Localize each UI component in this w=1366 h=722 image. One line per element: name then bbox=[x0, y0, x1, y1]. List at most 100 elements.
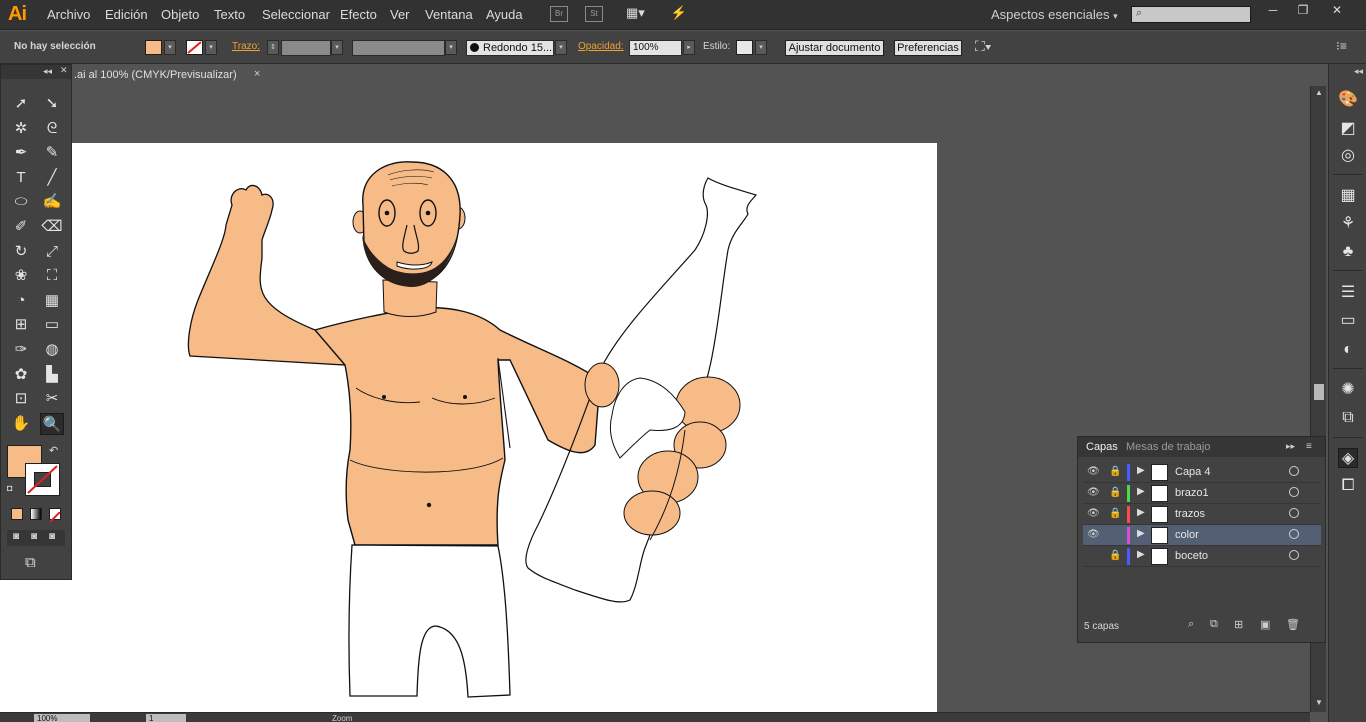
menu-ventana[interactable]: Ventana bbox=[425, 7, 473, 22]
preferences-button[interactable]: Preferencias bbox=[894, 40, 962, 56]
warp-tool[interactable]: ❀ bbox=[9, 265, 33, 287]
menu-efecto[interactable]: Efecto bbox=[340, 7, 377, 22]
stock-icon[interactable]: St bbox=[585, 6, 603, 22]
transparency-icon[interactable]: ◐ bbox=[1338, 340, 1358, 360]
stroke-panel-icon[interactable]: ☰ bbox=[1338, 283, 1358, 303]
color-palette-icon[interactable]: 🎨 bbox=[1338, 90, 1358, 110]
menu-ver[interactable]: Ver bbox=[390, 7, 410, 22]
expand-arrow-icon[interactable]: ▶ bbox=[1137, 528, 1145, 539]
close-panel-icon[interactable]: ✕ bbox=[60, 65, 68, 76]
menu-ayuda[interactable]: Ayuda bbox=[486, 7, 523, 22]
lock-icon[interactable]: 🔒 bbox=[1109, 508, 1121, 519]
tools-panel-header[interactable]: ◂◂ ✕ bbox=[1, 65, 71, 79]
brush-dropdown[interactable]: ▾ bbox=[555, 40, 567, 55]
layer-target-icon[interactable] bbox=[1289, 508, 1299, 518]
appearance-icon[interactable]: ✺ bbox=[1338, 380, 1358, 400]
lasso-tool[interactable]: ᘓ bbox=[40, 118, 64, 140]
swap-colors-icon[interactable]: ↶ bbox=[49, 444, 58, 457]
close-window-button[interactable]: ✕ bbox=[1326, 3, 1348, 17]
search-input[interactable]: ⌕ bbox=[1131, 6, 1251, 23]
stroke-weight-dropdown[interactable]: ▾ bbox=[331, 40, 343, 55]
ellipse-tool[interactable]: ⬭ bbox=[9, 191, 33, 213]
zoom-field[interactable]: 100% bbox=[34, 714, 90, 722]
layer-target-icon[interactable] bbox=[1289, 466, 1299, 476]
perspective-grid-tool[interactable]: ▦ bbox=[40, 290, 64, 312]
blend-tool[interactable]: ◍ bbox=[40, 339, 64, 361]
style-swatch[interactable] bbox=[736, 40, 753, 55]
stroke-swatch[interactable] bbox=[186, 40, 203, 55]
color-guide-icon[interactable]: ◩ bbox=[1338, 119, 1358, 139]
swatches-icon[interactable]: ▦ bbox=[1338, 186, 1358, 206]
slice-tool[interactable]: ✂ bbox=[40, 388, 64, 410]
lock-icon[interactable]: 🔒 bbox=[1109, 466, 1121, 477]
draw-normal-icon[interactable]: ◙ bbox=[13, 531, 19, 542]
curvature-tool[interactable]: ✎ bbox=[40, 142, 64, 164]
shaper-tool[interactable]: ✐ bbox=[9, 216, 33, 238]
tab-layers[interactable]: Capas bbox=[1086, 441, 1118, 453]
panel-menu-icon[interactable]: ⁝≡ bbox=[1336, 39, 1347, 53]
fill-swatch[interactable] bbox=[145, 40, 162, 55]
none-mode-button[interactable] bbox=[49, 508, 61, 523]
artboard-number-field[interactable]: 1 bbox=[146, 714, 186, 722]
layer-row[interactable]: 👁 🔒 ▶ trazos bbox=[1083, 504, 1321, 525]
tab-artboards[interactable]: Mesas de trabajo bbox=[1126, 441, 1210, 453]
brush-definition[interactable]: Redondo 15... bbox=[466, 40, 554, 56]
arrange-options-icon[interactable]: ⛶▾ bbox=[975, 38, 992, 55]
opacity-dropdown[interactable]: ▸ bbox=[683, 40, 695, 55]
fill-dropdown[interactable]: ▾ bbox=[164, 40, 176, 55]
screen-mode-icon[interactable]: ⧉ bbox=[25, 554, 36, 571]
gradient-panel-icon[interactable]: ▭ bbox=[1338, 311, 1358, 331]
stroke-weight-stepper[interactable]: ⇕ bbox=[267, 40, 279, 55]
workspace-switcher[interactable]: Aspectos esenciales ▾ bbox=[991, 7, 1118, 22]
column-graph-tool[interactable]: ▙ bbox=[40, 364, 64, 386]
shape-builder-tool[interactable]: ◔ bbox=[9, 290, 33, 312]
scroll-up-arrow[interactable]: ▲ bbox=[1314, 88, 1324, 98]
style-dropdown[interactable]: ▾ bbox=[755, 40, 767, 55]
document-tab[interactable]: .ai al 100% (CMYK/Previsualizar) bbox=[72, 66, 268, 85]
new-layer-icon[interactable]: ▣ bbox=[1260, 618, 1270, 631]
layer-row[interactable]: 👁 🔒 ▶ brazo1 bbox=[1083, 483, 1321, 504]
menu-objeto[interactable]: Objeto bbox=[161, 7, 199, 22]
symbol-sprayer-tool[interactable]: ✿ bbox=[9, 364, 33, 386]
hand-tool[interactable]: ✋ bbox=[9, 413, 33, 435]
pen-tool[interactable]: ✒ bbox=[9, 142, 33, 164]
artboards-icon[interactable]: ⧠ bbox=[1338, 476, 1358, 496]
stroke-dropdown[interactable]: ▾ bbox=[205, 40, 217, 55]
eyedropper-tool[interactable]: ✑ bbox=[9, 339, 33, 361]
magic-wand-tool[interactable]: ✲ bbox=[9, 118, 33, 140]
layer-target-icon[interactable] bbox=[1289, 487, 1299, 497]
expand-arrow-icon[interactable]: ▶ bbox=[1137, 507, 1145, 518]
minimize-button[interactable]: ─ bbox=[1262, 3, 1284, 17]
gradient-mode-button[interactable] bbox=[30, 508, 42, 520]
color-mode-button[interactable] bbox=[11, 508, 23, 520]
menu-texto[interactable]: Texto bbox=[214, 7, 245, 22]
variable-width-profile[interactable] bbox=[352, 40, 445, 56]
lock-icon[interactable]: 🔒 bbox=[1109, 550, 1121, 561]
menu-edicion[interactable]: Edición bbox=[105, 7, 148, 22]
close-tab-icon[interactable]: × bbox=[254, 68, 260, 80]
panel-collapse-icon[interactable]: ▸▸ bbox=[1286, 441, 1295, 452]
selection-tool[interactable]: ➚ bbox=[9, 93, 33, 115]
draw-inside-icon[interactable]: ◙ bbox=[49, 531, 55, 542]
stroke-color-swatch[interactable] bbox=[25, 463, 60, 496]
draw-behind-icon[interactable]: ◙ bbox=[31, 531, 37, 542]
mesh-tool[interactable]: ⊞ bbox=[9, 314, 33, 336]
default-colors-icon[interactable]: ◘ bbox=[7, 483, 12, 493]
arrange-documents-icon[interactable]: ▦▾ bbox=[626, 6, 645, 22]
stroke-weight-field[interactable] bbox=[281, 40, 331, 56]
expand-panels-icon[interactable]: ◂◂ bbox=[1354, 66, 1363, 77]
gpu-performance-icon[interactable]: ⚡ bbox=[670, 6, 688, 22]
locate-object-icon[interactable]: ⌕ bbox=[1188, 618, 1194, 631]
opacity-label[interactable]: Opacidad: bbox=[578, 41, 624, 52]
layers-icon[interactable]: ◈ bbox=[1338, 448, 1358, 468]
visibility-eye-icon[interactable]: 👁 bbox=[1087, 529, 1101, 540]
lock-icon[interactable]: 🔒 bbox=[1109, 487, 1121, 498]
scrollbar-thumb[interactable] bbox=[1314, 384, 1324, 400]
free-transform-tool[interactable]: ⛶ bbox=[40, 265, 64, 287]
delete-layer-icon[interactable]: 🗑 bbox=[1286, 618, 1300, 631]
profile-dropdown[interactable]: ▾ bbox=[445, 40, 457, 55]
brushes-icon[interactable]: ⚘ bbox=[1338, 214, 1358, 234]
opacity-field[interactable]: 100% bbox=[629, 40, 682, 56]
direct-selection-tool[interactable]: ➘ bbox=[40, 93, 64, 115]
collapse-icon[interactable]: ◂◂ bbox=[43, 66, 52, 77]
